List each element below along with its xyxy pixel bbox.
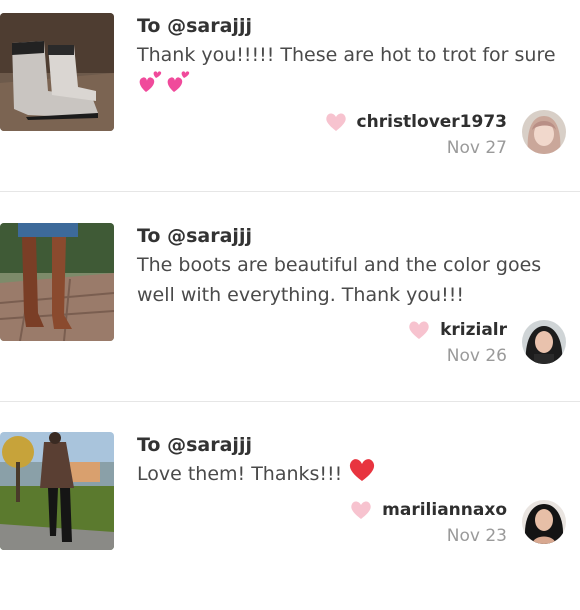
reviewer-username[interactable]: christlover1973	[357, 112, 507, 132]
recipient-label: To @sarajjj	[137, 15, 252, 37]
divider	[0, 191, 580, 192]
reviewer-username[interactable]: krizialr	[440, 320, 507, 340]
review-message: Thank you!!!!! These are hot to trot for…	[137, 40, 569, 105]
avatar[interactable]	[522, 320, 566, 364]
two-hearts-emoji	[137, 70, 193, 105]
review-date: Nov 23	[446, 526, 507, 546]
review-message: The boots are beautiful and the color go…	[137, 254, 542, 306]
review-card: To @sarajjj Thank you!!!!! These are hot…	[0, 0, 580, 190]
review-message: Love them! Thanks!!!	[137, 458, 569, 491]
like-heart-icon[interactable]	[325, 112, 347, 132]
recipient-label: To @sarajjj	[137, 434, 252, 456]
reviewer-username[interactable]: mariliannaxo	[382, 500, 507, 520]
recipient-label: To @sarajjj	[137, 225, 252, 247]
listing-thumbnail[interactable]	[0, 13, 114, 131]
review-meta: christlover1973 Nov 27	[325, 112, 507, 158]
review-card: To @sarajjj Love them! Thanks!!! marilia…	[0, 420, 580, 610]
review-date: Nov 27	[446, 138, 507, 158]
like-heart-icon[interactable]	[408, 320, 430, 340]
review-feed: To @sarajjj Thank you!!!!! These are hot…	[0, 0, 580, 580]
review-meta: krizialr Nov 26	[408, 320, 507, 366]
avatar[interactable]	[522, 110, 566, 154]
review-meta: mariliannaxo Nov 23	[350, 500, 507, 546]
divider	[0, 401, 580, 402]
review-text: Thank you!!!!! These are hot to trot for…	[137, 44, 556, 66]
review-date: Nov 26	[446, 346, 507, 366]
listing-thumbnail[interactable]	[0, 432, 114, 550]
avatar[interactable]	[522, 500, 566, 544]
review-card: To @sarajjj The boots are beautiful and …	[0, 210, 580, 400]
like-heart-icon[interactable]	[350, 500, 372, 520]
red-heart-emoji	[348, 458, 376, 491]
listing-thumbnail[interactable]	[0, 223, 114, 341]
review-text: Love them! Thanks!!!	[137, 463, 343, 485]
